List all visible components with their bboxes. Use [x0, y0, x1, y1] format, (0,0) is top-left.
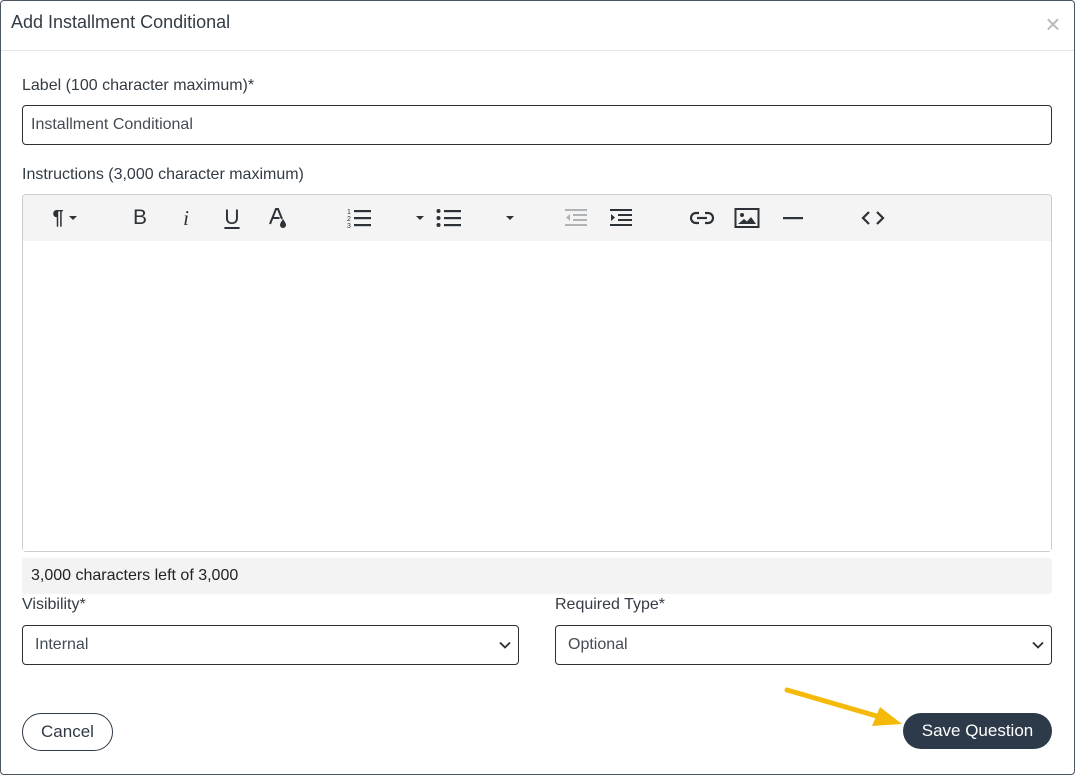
instructions-editor: ¶ B i U 1 2 3	[22, 194, 1052, 552]
chevron-down-icon	[416, 216, 424, 220]
annotation-arrow-icon	[784, 687, 902, 726]
paragraph-format-icon: ¶	[52, 206, 64, 229]
text-color-button[interactable]	[265, 205, 291, 231]
save-question-button[interactable]: Save Question	[903, 713, 1052, 749]
ordered-list-button[interactable]: 1 2 3	[345, 205, 373, 231]
chevron-down-icon	[506, 216, 514, 220]
link-icon	[689, 211, 715, 225]
chevron-down-icon	[1032, 641, 1044, 649]
italic-icon: i	[183, 205, 189, 230]
ordered-list-icon: 1 2 3	[347, 209, 371, 229]
instructions-field-label: Instructions (3,000 character maximum)	[22, 166, 304, 183]
visibility-select[interactable]: Internal	[22, 625, 519, 665]
insert-image-button[interactable]	[733, 205, 761, 231]
unordered-list-icon	[436, 209, 461, 227]
visibility-selected-value: Internal	[35, 636, 89, 653]
chevron-down-icon	[68, 216, 77, 220]
indent-button[interactable]	[608, 205, 634, 231]
indent-icon	[610, 209, 632, 226]
unordered-list-options-button[interactable]	[503, 205, 517, 231]
visibility-field-label: Visibility*	[22, 596, 86, 613]
text-color-icon	[269, 208, 286, 228]
bold-icon: B	[132, 206, 147, 229]
close-icon[interactable]: ×	[1042, 11, 1064, 37]
dialog-header: Add Installment Conditional ×	[1, 1, 1074, 51]
horizontal-line-icon	[783, 217, 803, 220]
insert-link-button[interactable]	[688, 205, 716, 231]
cancel-button[interactable]: Cancel	[22, 713, 113, 751]
character-counter: 3,000 characters left of 3,000	[22, 558, 1052, 594]
unordered-list-button[interactable]	[435, 205, 463, 231]
code-view-button[interactable]	[859, 205, 887, 231]
underline-icon: U	[224, 206, 240, 229]
outdent-button[interactable]	[563, 205, 589, 231]
svg-text:3: 3	[347, 223, 351, 229]
code-view-icon	[861, 211, 885, 225]
label-input[interactable]	[22, 105, 1052, 145]
required-type-selected-value: Optional	[568, 636, 628, 653]
underline-button[interactable]: U	[219, 205, 245, 231]
svg-text:1: 1	[347, 209, 351, 216]
editor-toolbar: ¶ B i U 1 2 3	[23, 195, 1051, 241]
required-type-field-label: Required Type*	[555, 596, 665, 613]
paragraph-format-button[interactable]: ¶	[45, 205, 85, 231]
label-field-label: Label (100 character maximum)*	[22, 77, 255, 94]
chevron-down-icon	[499, 641, 511, 649]
ordered-list-options-button[interactable]	[413, 205, 427, 231]
required-type-select[interactable]: Optional	[555, 625, 1052, 665]
instructions-text-area[interactable]	[23, 241, 1051, 551]
dialog-title: Add Installment Conditional	[11, 12, 231, 32]
insert-horizontal-line-button[interactable]	[779, 205, 807, 231]
outdent-icon	[565, 209, 587, 226]
svg-text:2: 2	[347, 216, 351, 223]
bold-button[interactable]: B	[127, 205, 153, 231]
image-icon	[734, 208, 760, 228]
italic-button[interactable]: i	[173, 205, 199, 231]
